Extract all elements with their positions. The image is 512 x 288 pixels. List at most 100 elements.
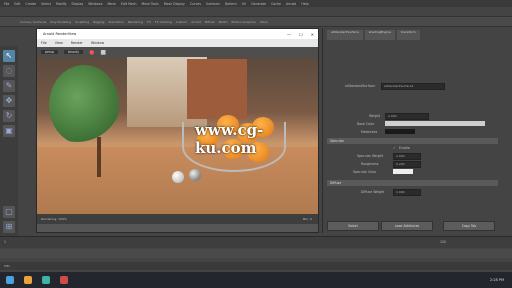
shelf-tab[interactable]: Curves / Surfaces bbox=[20, 20, 46, 24]
diffuse-weight-value[interactable]: 1.000 bbox=[393, 189, 421, 196]
scale-tool-icon[interactable]: ▣ bbox=[3, 125, 15, 137]
menu-file[interactable]: File bbox=[4, 2, 9, 6]
load-attributes-button[interactable]: Load Attributes bbox=[381, 221, 433, 231]
rv-menu-render[interactable]: Render bbox=[71, 41, 83, 45]
move-tool-icon[interactable]: ✥ bbox=[3, 95, 15, 107]
app-icon[interactable] bbox=[60, 276, 68, 284]
menu-mesh-display[interactable]: Mesh Display bbox=[164, 2, 185, 6]
windows-taskbar: 2:28 PM bbox=[0, 272, 512, 288]
render-view-toolbar: persp beauty ● ■ bbox=[37, 47, 318, 57]
ae-tabs: aiStandardSurface shadingEngine transfor… bbox=[323, 28, 512, 42]
render-view-title: Arnold RenderView bbox=[43, 32, 77, 36]
select-tool-icon[interactable]: ↖ bbox=[3, 50, 15, 62]
rv-menu-file[interactable]: File bbox=[41, 41, 47, 45]
range-slider[interactable] bbox=[0, 249, 512, 258]
shelf-tab[interactable]: Motion Graphics bbox=[231, 20, 255, 24]
attribute-editor: aiStandardSurface shadingEngine transfor… bbox=[322, 28, 512, 233]
diffuse-section-header[interactable]: Diffuse bbox=[327, 180, 498, 186]
menu-edit[interactable]: Edit bbox=[14, 2, 20, 6]
shelf-tab[interactable]: Sculpting bbox=[75, 20, 89, 24]
check-value[interactable]: 0.200 bbox=[393, 161, 421, 168]
aov-select[interactable]: beauty bbox=[63, 50, 84, 54]
shelf-tabs: Curves / Surfaces Poly Modeling Sculptin… bbox=[0, 17, 512, 27]
node-name-field[interactable]: aiStandardSurface1 bbox=[381, 83, 445, 90]
menu-generate[interactable]: Generate bbox=[251, 2, 266, 6]
ae-tab[interactable]: aiStandardSurface bbox=[327, 30, 363, 40]
check-label: Specular Color bbox=[353, 170, 377, 174]
menu-uv[interactable]: UV bbox=[242, 2, 247, 6]
white-sphere bbox=[172, 171, 184, 183]
status-line bbox=[0, 7, 512, 17]
lasso-tool-icon[interactable]: ◌ bbox=[3, 65, 15, 77]
menu-select[interactable]: Select bbox=[41, 2, 51, 6]
ae-tab[interactable]: transform bbox=[396, 30, 420, 40]
rv-menu-window[interactable]: Window bbox=[91, 41, 104, 45]
stop-icon[interactable]: ■ bbox=[100, 49, 106, 56]
shelf-tab[interactable]: Bifrost bbox=[205, 20, 215, 24]
menu-deform[interactable]: Deform bbox=[225, 2, 237, 6]
shelf-tab[interactable]: XGen bbox=[260, 20, 268, 24]
close-icon[interactable]: ✕ bbox=[311, 32, 314, 37]
menu-arnold[interactable]: Arnold bbox=[286, 2, 296, 6]
command-line[interactable]: MEL bbox=[0, 262, 512, 270]
base-color-swatch[interactable] bbox=[385, 121, 485, 126]
field-label: Weight bbox=[369, 114, 381, 118]
time-slider[interactable]: 1 120 bbox=[0, 236, 512, 248]
chrome-sphere bbox=[189, 169, 201, 181]
paint-select-icon[interactable]: ✎ bbox=[3, 80, 15, 92]
diffuse-weight-label: Diffuse Weight bbox=[361, 190, 385, 194]
metalness-swatch[interactable] bbox=[385, 129, 415, 134]
maximize-icon[interactable]: ☐ bbox=[299, 32, 303, 37]
ae-tab[interactable]: shadingEngine bbox=[364, 30, 395, 40]
check-value[interactable]: ✓ bbox=[393, 146, 396, 150]
main-menubar: File Edit Create Select Modify Display W… bbox=[0, 0, 512, 7]
render-icon[interactable]: ● bbox=[89, 49, 94, 56]
menu-create[interactable]: Create bbox=[26, 2, 37, 6]
minimize-icon[interactable]: — bbox=[287, 32, 291, 37]
shelf-tab[interactable]: Animation bbox=[108, 20, 123, 24]
specular-section-header[interactable]: Specular bbox=[327, 138, 498, 144]
menu-mesh[interactable]: Mesh bbox=[108, 2, 116, 6]
specular-color-swatch[interactable] bbox=[393, 169, 413, 174]
field-value[interactable]: 1.000 bbox=[385, 113, 429, 120]
rotate-tool-icon[interactable]: ↻ bbox=[3, 110, 15, 122]
shelf-tab[interactable]: Arnold bbox=[191, 20, 201, 24]
render-status-right: Min: 0 bbox=[302, 217, 312, 221]
toolbox: ↖ ◌ ✎ ✥ ↻ ▣ ▢ ⊞ M bbox=[0, 46, 18, 246]
four-layout-icon[interactable]: ⊞ bbox=[3, 221, 15, 233]
maya-icon[interactable] bbox=[42, 276, 50, 284]
menu-display[interactable]: Display bbox=[72, 2, 84, 6]
shelf-tab[interactable]: FX Caching bbox=[155, 20, 172, 24]
shelf-tab[interactable]: Custom bbox=[176, 20, 188, 24]
shelf-tab[interactable]: Poly Modeling bbox=[50, 20, 71, 24]
render-view-statusbar: Rendering: 100% Min: 0 bbox=[37, 214, 318, 224]
check-value[interactable]: 1.000 bbox=[393, 153, 421, 160]
menu-cache[interactable]: Cache bbox=[271, 2, 281, 6]
start-icon[interactable] bbox=[6, 276, 14, 284]
menu-modify[interactable]: Modify bbox=[56, 2, 67, 6]
bonsai-tree bbox=[49, 65, 119, 145]
menu-surfaces[interactable]: Surfaces bbox=[206, 2, 220, 6]
menu-mesh-tools[interactable]: Mesh Tools bbox=[142, 2, 159, 6]
check-label: Specular Weight bbox=[357, 154, 384, 158]
brick-wall bbox=[187, 59, 247, 119]
shelf-tab[interactable]: Rigging bbox=[93, 20, 104, 24]
menu-curves[interactable]: Curves bbox=[190, 2, 201, 6]
shelf-tab[interactable]: FX bbox=[147, 20, 151, 24]
explorer-icon[interactable] bbox=[24, 276, 32, 284]
menu-edit-mesh[interactable]: Edit Mesh bbox=[121, 2, 137, 6]
check-label: Roughness bbox=[361, 162, 379, 166]
shelf-tab[interactable]: MASH bbox=[219, 20, 228, 24]
select-button[interactable]: Select bbox=[327, 221, 379, 231]
copy-tab-button[interactable]: Copy Tab bbox=[443, 221, 495, 231]
clock: 2:28 PM bbox=[489, 278, 504, 282]
tree-trunk bbox=[97, 137, 101, 177]
check-label: Enable bbox=[399, 146, 410, 150]
menu-windows[interactable]: Windows bbox=[88, 2, 102, 6]
shelf-tab[interactable]: Rendering bbox=[128, 20, 143, 24]
node-label: aiStandardSurface: bbox=[345, 84, 376, 88]
camera-select[interactable]: persp bbox=[41, 50, 58, 54]
menu-help[interactable]: Help bbox=[301, 2, 308, 6]
rv-menu-view[interactable]: View bbox=[55, 41, 63, 45]
single-layout-icon[interactable]: ▢ bbox=[3, 206, 15, 218]
